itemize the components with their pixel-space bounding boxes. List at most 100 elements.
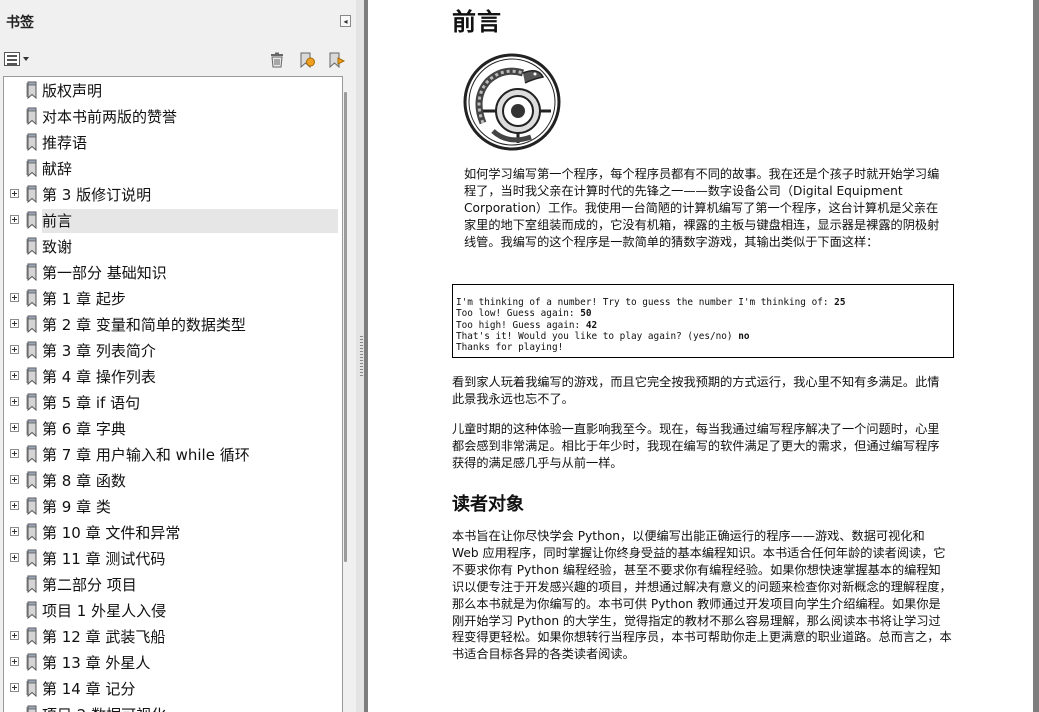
python-snake-logo-icon	[463, 53, 561, 151]
bookmark-tree: 版权声明对本书前两版的赞誉 推荐语献辞第 3 版修订说明 前言 致谢第一部分 基础知识…	[3, 76, 343, 712]
bookmarks-toolbar	[0, 46, 356, 74]
bookmark-label: 第二部分 项目	[42, 576, 137, 594]
bookmark-item[interactable]: 第一部分 基础知识	[4, 261, 338, 285]
trash-icon	[271, 52, 283, 68]
bookmark-label: 推荐语	[42, 134, 88, 152]
section-heading: 读者对象	[452, 494, 524, 515]
new-bookmark-button[interactable]	[298, 52, 316, 69]
bookmark-label: 项目 2 数据可视化	[42, 703, 170, 712]
delete-bookmark-button[interactable]	[268, 52, 286, 68]
chevron-down-icon	[23, 57, 29, 61]
bookmark-icon	[25, 497, 39, 516]
bookmark-label: 第一部分 基础知识	[42, 264, 167, 282]
bookmark-item[interactable]: 献辞	[4, 157, 338, 181]
expand-plus-icon[interactable]	[10, 293, 19, 302]
expand-plus-icon[interactable]	[10, 657, 19, 666]
expand-bookmark-button[interactable]	[328, 52, 346, 69]
bookmark-icon	[25, 549, 39, 568]
paragraph-3: 儿童时期的这种体验一直影响我至今。现在，每当我通过编写程序解决了一个问题时，心里…	[452, 422, 940, 470]
bookmark-item[interactable]: 第 2 章 变量和简单的数据类型	[4, 313, 338, 337]
code-user-input: 25	[834, 297, 846, 308]
bookmark-item[interactable]: 版权声明	[4, 79, 338, 103]
bookmark-label: 第 14 章 记分	[42, 680, 136, 698]
page-heading: 前言	[452, 8, 502, 36]
bookmark-label: 第 7 章 用户输入和 while 循环	[42, 446, 250, 464]
code-user-input: 42	[585, 319, 598, 331]
code-line: I'm thinking of a number! Try to guess t…	[456, 297, 835, 308]
expand-plus-icon[interactable]	[10, 319, 19, 328]
bookmark-item[interactable]: 第 14 章 记分	[4, 677, 338, 701]
bookmark-item[interactable]: 对本书前两版的赞誉	[4, 105, 338, 129]
bookmark-item[interactable]: 致谢	[4, 235, 338, 259]
expand-plus-icon[interactable]	[10, 189, 19, 198]
list-options-icon	[4, 52, 20, 66]
bookmark-label: 献辞	[42, 160, 73, 178]
expand-plus-icon[interactable]	[10, 449, 19, 458]
document-right-edge	[1033, 0, 1039, 712]
bookmark-item[interactable]: 第 8 章 函数	[4, 469, 338, 493]
bookmark-item[interactable]: 前言	[4, 209, 338, 233]
expand-plus-icon[interactable]	[10, 423, 19, 432]
options-menu-button[interactable]	[4, 52, 32, 68]
code-sample-box: I'm thinking of a number! Try to guess t…	[452, 284, 954, 358]
bookmark-label: 第 4 章 操作列表	[42, 368, 156, 386]
expand-plus-icon[interactable]	[10, 631, 19, 640]
panel-title: 书签	[6, 15, 34, 31]
bookmark-item[interactable]: 项目 1 外星人入侵	[4, 599, 338, 623]
bookmark-icon	[25, 523, 39, 542]
bookmark-item[interactable]: 第 9 章 类	[4, 495, 338, 519]
code-line: That's it! Would you like to play again?…	[456, 330, 739, 342]
expand-plus-icon[interactable]	[10, 527, 19, 536]
expand-plus-icon[interactable]	[10, 683, 19, 692]
bookmark-icon	[25, 679, 39, 698]
bookmark-icon	[25, 159, 39, 178]
bookmark-label: 第 9 章 类	[42, 498, 111, 516]
bookmark-icon	[25, 653, 39, 672]
bookmark-label: 第 2 章 变量和简单的数据类型	[42, 316, 246, 334]
code-line: Too high! Guess again:	[456, 319, 586, 331]
bookmark-label: 对本书前两版的赞誉	[42, 108, 178, 126]
collapse-panel-button[interactable]: ◂	[340, 15, 351, 27]
bookmark-label: 第 6 章 字典	[42, 420, 126, 438]
bookmark-item[interactable]: 第 3 版修订说明	[4, 183, 338, 207]
expand-plus-icon[interactable]	[10, 345, 19, 354]
bookmark-label: 第 8 章 函数	[42, 472, 126, 490]
expand-plus-icon[interactable]	[10, 501, 19, 510]
expand-plus-icon[interactable]	[10, 215, 19, 224]
bookmark-icon	[25, 627, 39, 646]
bookmark-item[interactable]: 项目 2 数据可视化	[4, 703, 338, 712]
expand-plus-icon[interactable]	[10, 553, 19, 562]
panel-splitter[interactable]	[356, 0, 368, 712]
bookmark-icon	[25, 185, 39, 204]
bookmark-icon	[25, 315, 39, 334]
bookmark-icon	[25, 237, 39, 256]
bookmark-item[interactable]: 第 6 章 字典	[4, 417, 338, 441]
bookmark-item[interactable]: 第 10 章 文件和异常	[4, 521, 338, 545]
bookmark-item[interactable]: 第 1 章 起步	[4, 287, 338, 311]
expand-plus-icon[interactable]	[10, 397, 19, 406]
bookmark-label: 第 12 章 武装飞船	[42, 628, 166, 646]
bookmark-icon	[25, 341, 39, 360]
bookmarks-scrollbar[interactable]	[343, 76, 356, 712]
bookmark-item[interactable]: 第 5 章 if 语句	[4, 391, 338, 415]
bookmark-item[interactable]: 第 4 章 操作列表	[4, 365, 338, 389]
code-user-input: no	[738, 330, 750, 342]
expand-plus-icon[interactable]	[10, 475, 19, 484]
bookmark-item[interactable]: 第二部分 项目	[4, 573, 338, 597]
bookmark-icon	[25, 263, 39, 282]
bookmark-item[interactable]: 第 3 章 列表简介	[4, 339, 338, 363]
expand-plus-icon[interactable]	[10, 371, 19, 380]
bookmark-item[interactable]: 第 13 章 外星人	[4, 651, 338, 675]
bookmark-label: 第 10 章 文件和异常	[42, 524, 181, 542]
bookmark-item[interactable]: 第 11 章 测试代码	[4, 547, 338, 571]
intro-paragraph: 如何学习编写第一个程序，每个程序员都有不同的故事。我在还是个孩子时就开始学习编程…	[464, 167, 940, 249]
bookmark-item[interactable]: 第 7 章 用户输入和 while 循环	[4, 443, 338, 467]
bookmark-item[interactable]: 推荐语	[4, 131, 338, 155]
bookmark-label: 项目 1 外星人入侵	[42, 602, 167, 620]
scrollbar-thumb[interactable]	[344, 92, 347, 562]
bookmark-item[interactable]: 第 12 章 武装飞船	[4, 625, 338, 649]
panel-header: 书签 ◂	[0, 0, 356, 44]
bookmark-icon	[25, 419, 39, 438]
bookmark-label: 第 11 章 测试代码	[42, 550, 166, 568]
bookmark-icon	[25, 107, 39, 126]
